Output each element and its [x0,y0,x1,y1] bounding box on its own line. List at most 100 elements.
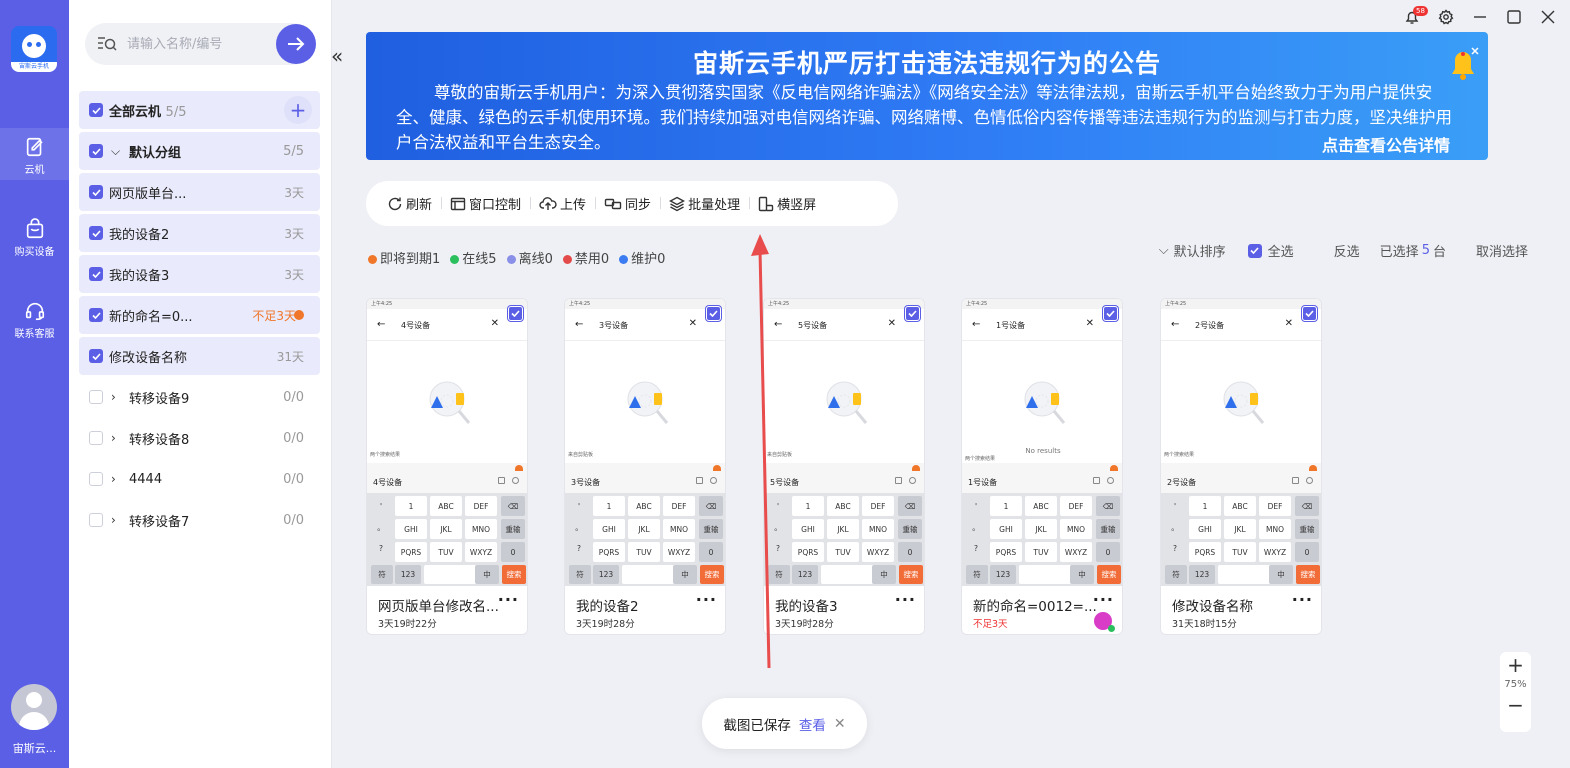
status-maintenance[interactable]: 维护0 [619,248,665,267]
window-icon [450,197,466,210]
phone-screen[interactable]: 上午4:25 ← 2号设备 ✕ 两个搜索结果 2号设备 ' 。 ? 1 ABC … [1161,299,1321,586]
checkbox-icon[interactable] [89,103,103,117]
more-options-icon[interactable]: ··· [696,590,717,609]
empty-search-illustration-icon [627,381,669,424]
cancel-selection-button[interactable]: 取消选择 [1476,241,1528,260]
key: ' [1173,501,1177,511]
more-options-icon[interactable]: ··· [895,590,916,609]
status-expiring[interactable]: 即将到期1 [368,248,440,267]
device-item[interactable]: 我的设备3 3天 [79,255,320,293]
device-card[interactable]: 上午4:25 ← 2号设备 ✕ 两个搜索结果 2号设备 ' 。 ? 1 ABC … [1160,298,1322,635]
maximize-icon[interactable] [1506,9,1522,25]
sort-dropdown[interactable]: ⌵ 默认排序 [1159,241,1226,260]
key: MNO [465,519,497,539]
key: 搜索 [1296,565,1320,584]
search-button[interactable] [276,24,316,64]
checkbox-icon[interactable] [89,431,103,445]
card-select-checkbox[interactable] [1103,306,1118,321]
device-card[interactable]: 上午4:25 ← 4号设备 ✕ 两个搜索结果 4号设备 ' 。 ? 1 ABC … [366,298,528,635]
checkbox-icon[interactable] [89,349,103,363]
group-item[interactable]: › 转移设备7 0/0 [79,501,320,539]
key: 搜索 [502,565,526,584]
chevron-right-icon[interactable]: › [111,472,123,486]
device-name: 我的设备3 [775,599,838,615]
key: ? [577,543,581,553]
key: 123 [792,565,818,584]
close-toast-icon[interactable]: ✕ [834,716,846,732]
key: 123 [593,565,619,584]
chevron-right-icon[interactable]: › [111,431,123,445]
checkbox-icon[interactable] [89,390,103,404]
group-item[interactable]: › 4444 0/0 [79,460,320,498]
checkbox-icon[interactable] [89,185,103,199]
orientation-button[interactable]: 横竖屏 [749,194,825,213]
checkbox-icon[interactable] [89,267,103,281]
card-select-checkbox[interactable] [1302,306,1317,321]
phone-screen[interactable]: 上午4:25 ← 1号设备 ✕ No results 两个搜索结果 1号设备 '… [962,299,1122,586]
status-disabled[interactable]: 禁用0 [562,248,609,267]
renew-badge-icon[interactable] [1094,612,1115,632]
checkbox-icon[interactable] [89,144,103,158]
banner-details-link[interactable]: 点击查看公告详情 [1322,132,1450,156]
chevron-right-icon[interactable]: › [111,513,123,527]
sync-button[interactable]: 同步 [595,194,660,213]
device-item[interactable]: 新的命名=0... 不足3天 [79,296,320,334]
phone-screen[interactable]: 上午4:25 ← 3号设备 ✕ 来自剪贴板 3号设备 ' 。 ? 1 ABC D… [565,299,725,586]
phone-input-bar: 1号设备 [962,463,1122,493]
group-all-devices[interactable]: 全部云机 5/5 + [79,91,320,129]
user-avatar[interactable] [11,684,57,730]
phone-screen[interactable]: 上午4:25 ← 4号设备 ✕ 两个搜索结果 4号设备 ' 。 ? 1 ABC … [367,299,527,586]
more-options-icon[interactable]: ··· [1292,590,1313,609]
status-online[interactable]: 在线5 [450,248,497,267]
chevron-right-icon[interactable]: › [111,390,123,404]
invert-selection-button[interactable]: 反选 [1334,241,1360,260]
minimize-icon[interactable] [1472,9,1488,25]
key: DEF [465,496,497,516]
card-select-checkbox[interactable] [706,306,721,321]
device-item[interactable]: 我的设备2 3天 [79,214,320,252]
phone-results-area: 来自剪贴板 [565,341,725,463]
close-icon[interactable] [1540,9,1556,25]
more-options-icon[interactable]: ··· [1093,590,1114,609]
status-offline[interactable]: 离线0 [506,248,553,267]
select-all-checkbox[interactable]: 全选 [1247,241,1294,260]
device-card[interactable]: 上午4:25 ← 3号设备 ✕ 来自剪贴板 3号设备 ' 。 ? 1 ABC D… [564,298,726,635]
rail-item-buy-device[interactable]: 购买设备 [0,218,69,258]
card-select-checkbox[interactable] [508,306,523,321]
refresh-button[interactable]: 刷新 [378,194,441,213]
rail-item-cloud-phone[interactable]: 云机 [0,128,69,180]
announcement-banner[interactable]: 宙斯云手机严厉打击违法违规行为的公告 尊敬的宙斯云手机用户：为深入贯彻落实国家《… [366,32,1488,160]
rail-item-customer-service[interactable]: 联系客服 [0,300,69,340]
settings-gear-icon[interactable] [1438,9,1454,25]
window-control-button[interactable]: 窗口控制 [441,194,530,213]
bell-icon[interactable]: 58 [1404,6,1428,25]
search-input[interactable] [127,33,257,55]
batch-process-button[interactable]: 批量处理 [660,194,749,213]
add-group-button[interactable]: + [284,96,312,124]
clear-icon: ✕ [1085,318,1094,329]
device-item[interactable]: 网页版单台... 3天 [79,173,320,211]
checkbox-icon[interactable] [89,226,103,240]
zoom-out-button[interactable]: − [1500,692,1531,718]
more-options-icon[interactable]: ··· [498,590,519,609]
card-select-checkbox[interactable] [905,306,920,321]
chevron-down-icon[interactable]: ⌵ [111,144,123,159]
device-item[interactable]: 修改设备名称 31天 [79,337,320,375]
device-card[interactable]: 上午4:25 ← 1号设备 ✕ No results 两个搜索结果 1号设备 '… [961,298,1123,635]
checkbox-icon[interactable] [89,308,103,322]
zoom-in-button[interactable]: + [1500,652,1531,678]
collapse-sidebar-icon[interactable]: « [331,44,343,68]
refresh-icon [388,197,402,210]
card-footer: 我的设备3 ··· 3天19时28分 [764,586,924,634]
device-card[interactable]: 上午4:25 ← 5号设备 ✕ 来自剪贴板 5号设备 ' 。 ? 1 ABC D… [763,298,925,635]
checkbox-icon[interactable] [89,472,103,486]
group-item[interactable]: › 转移设备9 0/0 [79,378,320,416]
key: ABC [827,496,859,516]
view-screenshot-link[interactable]: 查看 [799,714,826,734]
upload-button[interactable]: 上传 [530,194,595,213]
group-default[interactable]: ⌵ 默认分组 5/5 [79,132,320,170]
checkbox-icon[interactable] [89,513,103,527]
empty-search-illustration-icon [1024,381,1066,424]
group-item[interactable]: › 转移设备8 0/0 [79,419,320,457]
phone-screen[interactable]: 上午4:25 ← 5号设备 ✕ 来自剪贴板 5号设备 ' 。 ? 1 ABC D… [764,299,924,586]
